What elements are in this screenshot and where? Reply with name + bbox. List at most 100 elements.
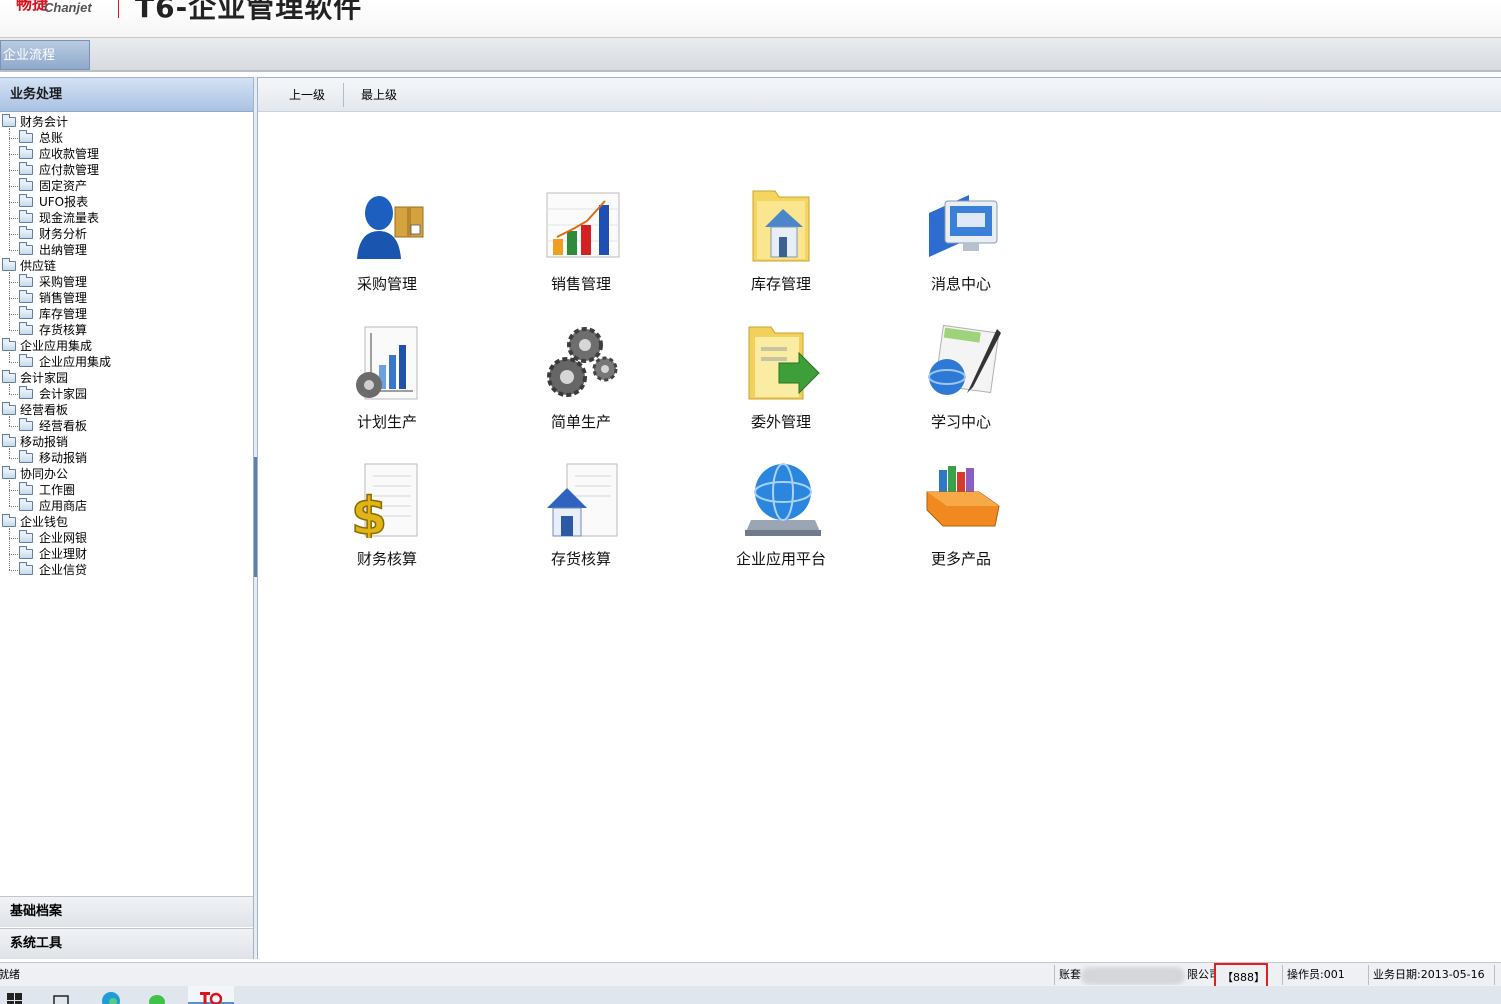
tree-label: 出纳管理 xyxy=(39,243,88,257)
tree-group[interactable]: 企业钱包 xyxy=(0,514,253,530)
folder-icon xyxy=(2,114,16,127)
tree-item[interactable]: 企业网银 xyxy=(0,530,253,546)
tree-label: 应收款管理 xyxy=(39,147,100,161)
tree-connector xyxy=(9,138,18,139)
purchase-person-box-icon xyxy=(357,196,424,259)
tree-group[interactable]: 会计家园 xyxy=(0,370,253,386)
top-level-button[interactable]: 最上级 xyxy=(361,78,397,112)
navigation-panel: 业务处理 财务会计 总账 应收款管理应付款管理 固定资产 UFO报表现金流量表 财务分析出… xyxy=(0,77,254,959)
gears-icon xyxy=(547,327,618,397)
plan-chart-gear-icon xyxy=(356,326,418,400)
tree-item[interactable]: 工作圈 xyxy=(0,482,253,498)
app-finance-accounting[interactable]: $ 财务核算 xyxy=(317,462,457,582)
app-sales-management[interactable]: 销售管理 xyxy=(511,187,651,307)
tree-item[interactable]: 财务分析 xyxy=(0,226,253,242)
edge-browser-icon[interactable] xyxy=(102,990,120,1004)
account-suffix: 限公司 xyxy=(1187,968,1214,981)
tree-item[interactable]: 出纳管理 xyxy=(0,242,253,258)
app-header: 畅捷 Chanjet T6-企业管理软件 xyxy=(0,0,1501,38)
tree-label: 应付款管理 xyxy=(39,163,100,177)
tree-group[interactable]: 企业应用集成 xyxy=(0,338,253,354)
section-basic-archive[interactable]: 基础档案 xyxy=(0,896,253,927)
tree-label: 企业理财 xyxy=(39,547,88,561)
tree-item[interactable]: 应付款管理 xyxy=(0,162,253,178)
app-label: 计划生产 xyxy=(356,413,417,431)
taskbar-t6-app[interactable] xyxy=(188,986,234,1004)
app-label: 委外管理 xyxy=(750,413,811,431)
folder-icon xyxy=(19,290,33,303)
folder-icon xyxy=(19,306,33,319)
section-system-tools[interactable]: 系统工具 xyxy=(0,928,253,959)
up-level-button[interactable]: 上一级 xyxy=(289,78,325,112)
app-label: 库存管理 xyxy=(750,275,811,293)
app-message-center[interactable]: 消息中心 xyxy=(891,187,1031,307)
app-label: 存货核算 xyxy=(550,550,611,568)
tree-connector xyxy=(9,186,18,187)
tree-group[interactable]: 供应链 xyxy=(0,258,253,274)
tab-enterprise-flow[interactable]: 企业流程 xyxy=(0,40,90,70)
status-account-set: 账套 限公司 xyxy=(1054,965,1214,985)
tree-connector xyxy=(9,330,18,331)
tree-group[interactable]: 财务会计 xyxy=(0,114,253,130)
tree-item[interactable]: 移动报销 xyxy=(0,450,253,466)
app-outsource-management[interactable]: 委外管理 xyxy=(711,325,851,445)
os-taskbar xyxy=(0,986,1501,1004)
tree-item[interactable]: 库存管理 xyxy=(0,306,253,322)
tree-item[interactable]: 经营看板 xyxy=(0,418,253,434)
module-tree: 财务会计 总账 应收款管理应付款管理 固定资产 UFO报表现金流量表 财务分析 出纳管理 供应… xyxy=(0,114,253,578)
app-learning-center[interactable]: 学习中心 xyxy=(891,325,1031,445)
folder-icon xyxy=(19,162,33,175)
stock-house-doc-icon xyxy=(547,463,618,537)
task-view-icon[interactable] xyxy=(52,990,70,1004)
tree-label: 现金流量表 xyxy=(39,211,100,225)
app-title: T6-企业管理软件 xyxy=(135,0,363,24)
wechat-icon[interactable] xyxy=(148,990,166,1004)
app-stock-accounting[interactable]: 存货核算 xyxy=(511,462,651,582)
tree-label: 协同办公 xyxy=(20,467,69,481)
tree-group[interactable]: 经营看板 xyxy=(0,402,253,418)
tree-guide-line xyxy=(9,448,10,458)
tree-item[interactable]: 采购管理 xyxy=(0,274,253,290)
tree-group[interactable]: 协同办公 xyxy=(0,466,253,482)
tree-item[interactable]: UFO报表 xyxy=(0,194,253,210)
app-plan-production[interactable]: 计划生产 xyxy=(317,325,457,445)
folder-icon xyxy=(2,258,16,271)
folder-icon xyxy=(2,434,16,447)
tree-label: 库存管理 xyxy=(39,307,88,321)
folder-icon xyxy=(19,354,33,367)
tree-item[interactable]: 应收款管理 xyxy=(0,146,253,162)
tree-guide-line xyxy=(9,384,10,394)
folder-icon xyxy=(19,210,33,223)
folder-icon xyxy=(2,402,16,415)
tree-item[interactable]: 应用商店 xyxy=(0,498,253,514)
tree-item[interactable]: 会计家园 xyxy=(0,386,253,402)
app-inventory-management[interactable]: 库存管理 xyxy=(711,187,851,307)
tree-item[interactable]: 企业理财 xyxy=(0,546,253,562)
tree-item[interactable]: 存货核算 xyxy=(0,322,253,338)
app-purchase-management[interactable]: 采购管理 xyxy=(317,187,457,307)
tree-connector xyxy=(9,570,18,571)
panel-title[interactable]: 业务处理 xyxy=(0,78,253,112)
folder-icon xyxy=(19,546,33,559)
folder-icon xyxy=(19,178,33,191)
tree-item[interactable]: 现金流量表 xyxy=(0,210,253,226)
tree-group[interactable]: 移动报销 xyxy=(0,434,253,450)
tree-label: 会计家园 xyxy=(39,387,88,401)
splitter-grip[interactable] xyxy=(254,457,257,577)
app-enterprise-platform[interactable]: 企业应用平台 xyxy=(711,462,851,582)
app-label: 企业应用平台 xyxy=(735,550,826,568)
tree-item[interactable]: 总账 xyxy=(0,130,253,146)
tree-label: UFO报表 xyxy=(39,195,89,209)
tree-guide-line xyxy=(9,128,10,250)
tree-label: 采购管理 xyxy=(39,275,88,289)
tree-item[interactable]: 企业应用集成 xyxy=(0,354,253,370)
windows-start-icon[interactable] xyxy=(6,990,24,1004)
app-simple-production[interactable]: 简单生产 xyxy=(511,325,651,445)
app-more-products[interactable]: 更多产品 xyxy=(891,462,1031,582)
folder-icon xyxy=(19,482,33,495)
tree-item[interactable]: 企业信贷 xyxy=(0,562,253,578)
tree-item[interactable]: 固定资产 xyxy=(0,178,253,194)
message-monitor-icon xyxy=(929,195,998,257)
folder-icon xyxy=(2,338,16,351)
tree-item[interactable]: 销售管理 xyxy=(0,290,253,306)
